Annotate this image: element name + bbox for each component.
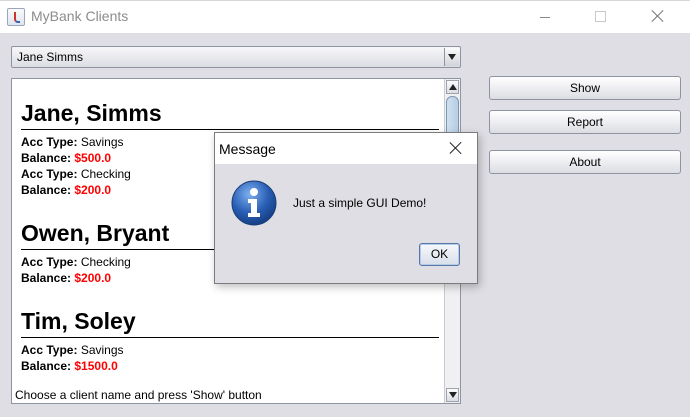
- about-button[interactable]: About: [489, 150, 681, 174]
- title-bar: MyBank Clients: [0, 0, 690, 33]
- client-divider: [21, 129, 439, 130]
- maximize-icon[interactable]: [595, 11, 606, 22]
- message-dialog: Message Just a simple GUI Demo! OK: [214, 132, 478, 284]
- acc-type-label: Acc Type:: [21, 255, 78, 269]
- combo-selected-value: Jane Simms: [17, 50, 84, 64]
- scroll-down-arrow-icon[interactable]: [446, 388, 459, 402]
- acc-type-label: Acc Type:: [21, 135, 78, 149]
- balance-label: Balance:: [21, 359, 72, 373]
- dialog-title: Message: [219, 141, 276, 157]
- chevron-down-icon[interactable]: [444, 48, 459, 66]
- acc-type-value: Savings: [80, 343, 124, 357]
- client-combo-box[interactable]: Jane Simms: [11, 46, 461, 68]
- client-block: Tim, Soley Acc Type: Savings Balance: $1…: [12, 286, 444, 374]
- ok-button[interactable]: OK: [419, 243, 460, 266]
- java-app-icon: [7, 8, 25, 26]
- dialog-message: Just a simple GUI Demo!: [293, 196, 427, 210]
- window-title: MyBank Clients: [31, 8, 129, 24]
- client-divider: [21, 337, 439, 338]
- report-button[interactable]: Report: [489, 110, 681, 134]
- account-type-line: Acc Type: Savings: [21, 342, 444, 358]
- client-name: Tim, Soley: [21, 308, 136, 334]
- status-label: Choose a client name and press 'Show' bu…: [15, 388, 262, 402]
- balance-label: Balance:: [21, 183, 72, 197]
- balance-value: $200.0: [74, 183, 112, 197]
- minimize-icon[interactable]: [540, 17, 550, 18]
- dialog-title-bar: Message: [215, 133, 477, 164]
- show-button[interactable]: Show: [489, 76, 681, 100]
- info-icon: [231, 180, 277, 226]
- client-name: Jane, Simms: [21, 100, 162, 126]
- balance-value: $200.0: [74, 271, 112, 285]
- acc-type-label: Acc Type:: [21, 343, 78, 357]
- acc-type-value: Savings: [80, 135, 124, 149]
- scroll-up-arrow-icon[interactable]: [446, 80, 459, 94]
- close-icon[interactable]: [449, 141, 463, 155]
- balance-line: Balance: $1500.0: [21, 358, 444, 374]
- acc-type-label: Acc Type:: [21, 167, 78, 181]
- acc-type-value: Checking: [80, 255, 131, 269]
- close-icon[interactable]: [651, 9, 665, 23]
- balance-value: $500.0: [74, 151, 112, 165]
- balance-label: Balance:: [21, 271, 72, 285]
- acc-type-value: Checking: [80, 167, 131, 181]
- balance-label: Balance:: [21, 151, 72, 165]
- balance-value: $1500.0: [74, 359, 118, 373]
